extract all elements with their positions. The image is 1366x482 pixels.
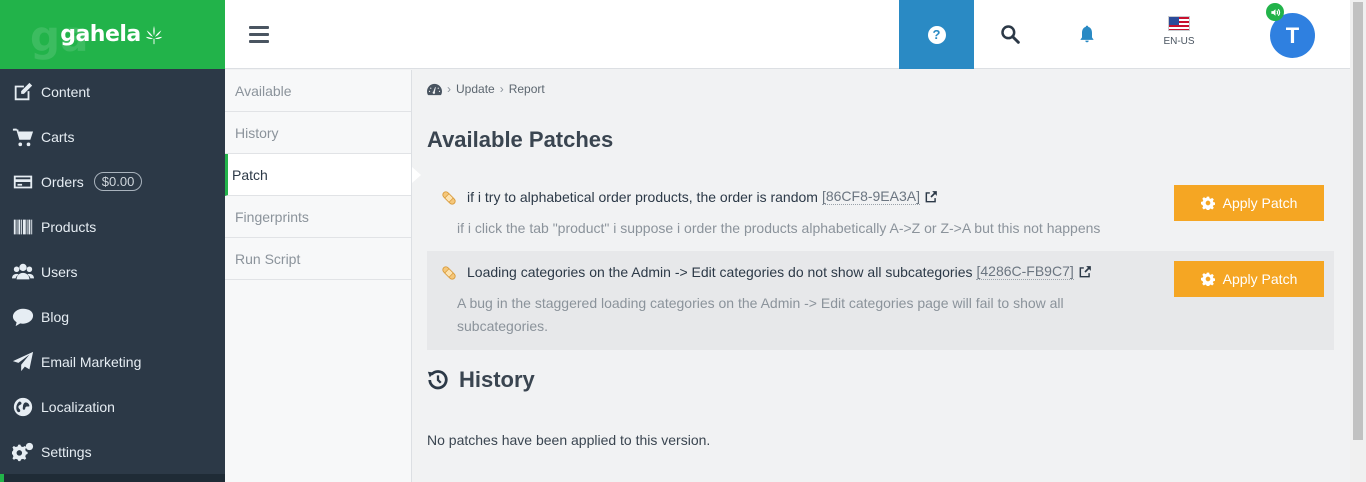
gears-icon xyxy=(10,439,36,465)
subnav-item-available[interactable]: Available xyxy=(225,70,411,112)
menu-toggle-button[interactable] xyxy=(249,26,269,44)
external-link-icon[interactable] xyxy=(1078,265,1092,279)
notifications-button[interactable] xyxy=(1075,22,1099,46)
hamburger-line xyxy=(249,40,269,43)
leaf-icon xyxy=(145,25,163,44)
app: ga gahela Content Carts Orders $0.00 Pro… xyxy=(0,0,1366,482)
breadcrumb-separator: › xyxy=(499,82,504,96)
sidebar-item-localization[interactable]: Localization xyxy=(0,384,225,429)
top-bar: ? EN-US T xyxy=(225,0,1350,69)
sidebar-item-label: Users xyxy=(41,263,78,280)
secondary-nav: Available History Patch Fingerprints Run… xyxy=(225,70,421,482)
sound-icon[interactable] xyxy=(1266,3,1284,21)
paper-plane-icon xyxy=(10,349,36,375)
bandage-icon xyxy=(442,191,456,205)
sidebar-item-email-marketing[interactable]: Email Marketing xyxy=(0,339,225,384)
bandage-icon xyxy=(442,266,456,280)
sidebar-item-label: Settings xyxy=(41,443,92,460)
search-icon xyxy=(1001,25,1020,44)
patch-title-text: if i try to alphabetical order products,… xyxy=(467,188,818,205)
sidebar-item-blog[interactable]: Blog xyxy=(0,294,225,339)
history-title: History xyxy=(459,367,535,392)
sidebar-item-label: Blog xyxy=(41,308,70,325)
comment-icon xyxy=(10,304,36,330)
apply-patch-label: Apply Patch xyxy=(1222,271,1298,287)
breadcrumb-separator: › xyxy=(447,82,451,96)
page-title: Available Patches xyxy=(427,127,614,152)
patch-title: Loading categories on the Admin -> Edit … xyxy=(467,263,1092,280)
help-button[interactable]: ? xyxy=(899,0,974,69)
language-selector[interactable]: EN-US xyxy=(1157,16,1201,47)
logo[interactable]: ga gahela xyxy=(0,0,225,69)
sidebar: Content Carts Orders $0.00 Products User… xyxy=(0,69,225,482)
sidebar-item-label: Email Marketing xyxy=(41,353,142,370)
sidebar-item-users[interactable]: Users xyxy=(0,249,225,294)
globe-icon xyxy=(10,394,36,420)
sidebar-item-label: Carts xyxy=(41,128,75,145)
sidebar-item-content[interactable]: Content xyxy=(0,69,225,114)
sidebar-item-carts[interactable]: Carts xyxy=(0,114,225,159)
breadcrumb: › Update › Report xyxy=(427,82,545,96)
patch-item: Loading categories on the Admin -> Edit … xyxy=(427,251,1334,350)
patch-id-link[interactable]: [86CF8-9EA3A] xyxy=(821,188,921,205)
apply-patch-button[interactable]: Apply Patch xyxy=(1174,261,1324,297)
patch-description: if i click the tab "product" i suppose i… xyxy=(457,220,1101,236)
cart-icon xyxy=(10,124,36,150)
dashboard-icon[interactable] xyxy=(427,83,442,96)
sidebar-item-partial[interactable] xyxy=(0,474,225,482)
gear-icon xyxy=(1200,196,1215,210)
credit-card-icon xyxy=(10,169,36,195)
external-link-icon[interactable] xyxy=(924,190,938,204)
subnav-item-fingerprints[interactable]: Fingerprints xyxy=(225,196,411,238)
breadcrumb-update[interactable]: Update xyxy=(456,82,495,96)
sidebar-item-label: Content xyxy=(41,83,91,100)
sidebar-item-orders[interactable]: Orders $0.00 xyxy=(0,159,225,204)
brand-name: gahela xyxy=(60,22,141,47)
bell-icon xyxy=(1080,25,1094,43)
patch-title-text: Loading categories on the Admin -> Edit … xyxy=(467,263,973,280)
subnav-item-history[interactable]: History xyxy=(225,112,411,154)
help-icon: ? xyxy=(927,25,946,44)
subnav-item-patch[interactable]: Patch xyxy=(225,154,421,196)
us-flag-icon xyxy=(1168,16,1190,31)
language-label: EN-US xyxy=(1163,36,1195,47)
history-empty-message: No patches have been applied to this ver… xyxy=(427,432,711,448)
patch-id-link[interactable]: [4286C-FB9C7] xyxy=(976,263,1074,280)
gear-icon xyxy=(1200,272,1215,286)
scrollbar[interactable] xyxy=(1350,0,1366,482)
hamburger-line xyxy=(249,26,269,29)
orders-total-badge: $0.00 xyxy=(93,172,143,191)
sidebar-item-label: Localization xyxy=(41,398,115,415)
subnav-item-run-script[interactable]: Run Script xyxy=(225,238,411,280)
patch-title: if i try to alphabetical order products,… xyxy=(467,188,938,205)
breadcrumb-report: Report xyxy=(508,82,545,96)
apply-patch-label: Apply Patch xyxy=(1222,195,1298,211)
history-icon xyxy=(427,370,448,390)
scrollbar-thumb[interactable] xyxy=(1353,2,1363,440)
hamburger-line xyxy=(249,33,269,36)
users-icon xyxy=(10,259,36,285)
patch-description: A bug in the staggered loading categorie… xyxy=(457,295,1064,334)
apply-patch-button[interactable]: Apply Patch xyxy=(1174,185,1324,221)
sidebar-item-label: Orders xyxy=(41,173,84,190)
search-button[interactable] xyxy=(998,22,1022,46)
sidebar-item-label: Products xyxy=(41,218,97,235)
history-heading: History xyxy=(427,367,535,393)
main-content: › Update › Report Available Patches if i… xyxy=(412,70,1350,482)
patch-item: if i try to alphabetical order products,… xyxy=(427,175,1334,251)
sidebar-item-products[interactable]: Products xyxy=(0,204,225,249)
edit-icon xyxy=(10,79,36,105)
barcode-icon xyxy=(10,214,36,240)
sidebar-item-settings[interactable]: Settings xyxy=(0,429,225,474)
